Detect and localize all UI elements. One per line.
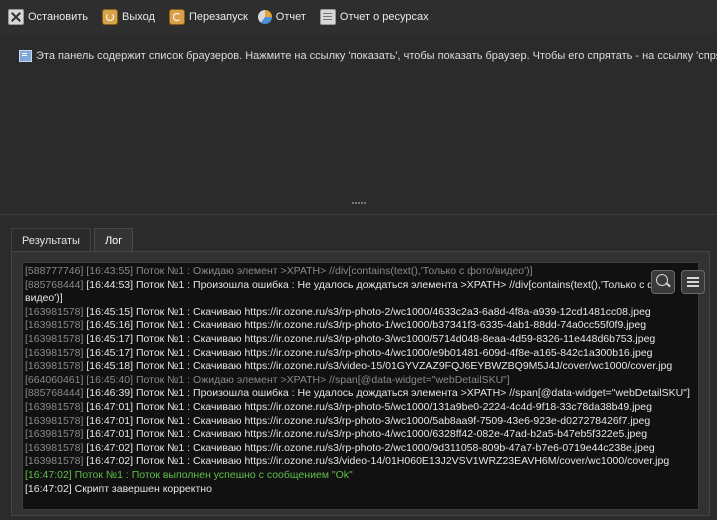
tab-log[interactable]: Лог: [93, 228, 134, 253]
log-message: Поток №1 : Скачиваю https://ir.ozone.ru/…: [135, 332, 656, 345]
document-icon: [319, 9, 336, 25]
panel-divider: [0, 214, 717, 215]
log-line: [588777746] [16:43:55] Поток №1 : Ожидаю…: [25, 265, 696, 279]
log-message: Поток №1 : Скачиваю https://ir.ozone.ru/…: [135, 414, 651, 427]
log-line: [163981578] [16:47:02] Поток №1 : Скачив…: [25, 442, 696, 456]
log-message: Скрипт завершен корректно: [74, 482, 212, 495]
close-box-icon: [8, 9, 24, 25]
log-timestamp: [16:45:40]: [86, 373, 134, 386]
log-timestamp: [16:47:02]: [86, 455, 134, 468]
log-message: Поток №1 : Скачиваю https://ir.ozone.ru/…: [135, 400, 652, 413]
log-line: [163981578] [16:47:02] Поток №1 : Скачив…: [25, 455, 696, 469]
log-thread-id: [885768444]: [25, 387, 84, 400]
log-thread-id: [163981578]: [25, 305, 84, 318]
log-timestamp: [16:47:01]: [86, 400, 134, 413]
log-line: [163981578] [16:45:16] Поток №1 : Скачив…: [25, 319, 696, 333]
log-message: Поток №1 : Скачиваю https://ir.ozone.ru/…: [135, 455, 670, 468]
power-icon: [102, 9, 119, 25]
log-thread-id: [163981578]: [25, 455, 84, 468]
restart-icon: [168, 9, 185, 25]
log-message: Поток №1 : Скачиваю https://ir.ozone.ru/…: [135, 360, 673, 373]
log-timestamp: [16:46:39]: [86, 387, 134, 400]
log-thread-id: [163981578]: [25, 319, 84, 332]
resource-report-label: Отчет о ресурсах: [339, 11, 429, 23]
log-view[interactable]: [588777746] [16:43:55] Поток №1 : Ожидаю…: [22, 262, 699, 510]
log-message: Поток №1 : Скачиваю https://ir.ozone.ru/…: [135, 346, 653, 359]
log-line: [16:47:02] Скрипт завершен корректно: [25, 483, 696, 497]
log-thread-id: [664060461]: [25, 373, 84, 386]
log-timestamp: [16:45:16]: [86, 319, 134, 332]
panel-splitter-handle[interactable]: [352, 202, 366, 204]
log-line: [16:47:02] Поток №1 : Поток выполнен усп…: [25, 469, 696, 483]
log-message: Поток №1 : Ожидаю элемент >XPATH> //div[…: [135, 265, 533, 277]
exit-button[interactable]: Выход: [102, 4, 155, 30]
browser-panel-notice: Эта панель содержит список браузеров. На…: [19, 50, 717, 62]
restart-label: Перезапуск: [188, 11, 248, 23]
log-message: Поток №1 : Поток выполнен успешно с сооб…: [74, 468, 353, 481]
log-timestamp: [16:45:18]: [86, 360, 134, 373]
exit-label: Выход: [122, 11, 155, 23]
menu-icon: [687, 277, 699, 279]
log-panel: [588777746] [16:43:55] Поток №1 : Ожидаю…: [11, 251, 710, 516]
log-search-button[interactable]: [651, 270, 675, 294]
resource-report-button[interactable]: Отчет о ресурсах: [319, 4, 429, 30]
log-message: Поток №1 : Скачиваю https://ir.ozone.ru/…: [135, 305, 651, 318]
log-timestamp: [16:43:55]: [86, 265, 134, 277]
report-button[interactable]: Отчет: [257, 4, 306, 30]
search-icon: [656, 274, 668, 286]
log-line: [664060461] [16:45:40] Поток №1 : Ожидаю…: [25, 374, 696, 388]
log-menu-button[interactable]: [681, 270, 705, 294]
log-message: Поток №1 : Скачиваю https://ir.ozone.ru/…: [135, 319, 647, 332]
log-message: Поток №1 : Ожидаю элемент >XPATH> //span…: [135, 373, 510, 386]
log-timestamp: [16:47:02]: [25, 468, 72, 481]
log-thread-id: [163981578]: [25, 428, 84, 441]
log-timestamp: [16:45:17]: [86, 346, 134, 359]
log-message: Поток №1 : Произошла ошибка : Не удалось…: [135, 387, 690, 400]
log-timestamp: [16:47:01]: [86, 414, 134, 427]
log-thread-id: [163981578]: [25, 346, 84, 359]
stop-button[interactable]: Остановить: [8, 4, 88, 30]
log-message: Поток №1 : Скачиваю https://ir.ozone.ru/…: [135, 428, 648, 441]
log-message: Поток №1 : Скачиваю https://ir.ozone.ru/…: [135, 441, 655, 454]
log-line: [885768444] [16:44:53] Поток №1 : Произо…: [25, 279, 696, 306]
log-thread-id: [163981578]: [25, 400, 84, 413]
log-thread-id: [163981578]: [25, 414, 84, 427]
notice-text: Эта панель содержит список браузеров. На…: [36, 50, 717, 62]
restart-button[interactable]: Перезапуск: [168, 4, 248, 30]
log-line: [163981578] [16:47:01] Поток №1 : Скачив…: [25, 428, 696, 442]
log-timestamp: [16:47:02]: [25, 482, 72, 495]
report-label: Отчет: [275, 11, 306, 23]
log-thread-id: [163981578]: [25, 441, 84, 454]
log-line: [163981578] [16:45:18] Поток №1 : Скачив…: [25, 360, 696, 374]
log-thread-id: [163981578]: [25, 360, 84, 373]
log-line: [885768444] [16:46:39] Поток №1 : Произо…: [25, 387, 696, 401]
info-icon: [19, 50, 32, 62]
tab-results[interactable]: Результаты: [11, 228, 91, 253]
log-line: [163981578] [16:45:17] Поток №1 : Скачив…: [25, 333, 696, 347]
log-line: [163981578] [16:45:17] Поток №1 : Скачив…: [25, 347, 696, 361]
log-timestamp: [16:45:15]: [86, 305, 134, 318]
log-line: [163981578] [16:47:01] Поток №1 : Скачив…: [25, 415, 696, 429]
tab-bar: Результаты Лог: [11, 228, 136, 253]
log-thread-id: [163981578]: [25, 332, 84, 345]
log-line: [163981578] [16:47:01] Поток №1 : Скачив…: [25, 401, 696, 415]
toolbar: Остановить Выход Перезапуск Отчет Отчет …: [0, 0, 717, 34]
log-timestamp: [16:44:53]: [86, 278, 134, 291]
pie-chart-icon: [257, 10, 272, 24]
log-thread-id: [885768444]: [25, 278, 84, 291]
log-timestamp: [16:47:02]: [86, 441, 134, 454]
log-timestamp: [16:47:01]: [86, 428, 134, 441]
log-thread-id: [588777746]: [25, 265, 84, 277]
log-tools: [645, 270, 705, 294]
log-line: [163981578] [16:45:15] Поток №1 : Скачив…: [25, 306, 696, 320]
stop-label: Остановить: [28, 11, 89, 23]
log-timestamp: [16:45:17]: [86, 332, 134, 345]
